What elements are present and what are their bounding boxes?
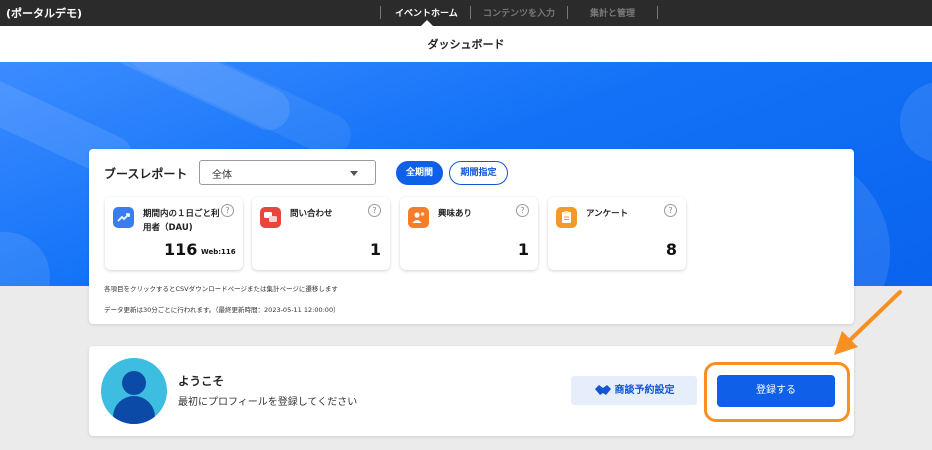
decorative-circle (0, 232, 50, 286)
stat-value: 1 (517, 240, 529, 259)
annotation-arrow-icon (834, 290, 902, 355)
chat-bubbles-icon (260, 207, 281, 228)
page-header: ダッシュボード (0, 26, 932, 62)
avatar-body (113, 396, 155, 424)
select-value: 全体 (212, 170, 232, 181)
stat-value: 8 (665, 240, 677, 259)
nav-separator (567, 6, 568, 19)
register-button[interactable]: 登録する (717, 375, 835, 407)
chevron-down-icon (350, 171, 358, 176)
meeting-button-label: 商談予約設定 (614, 385, 675, 396)
nav-separator (380, 6, 381, 19)
top-nav-bar: (ポータルデモ) イベントホーム コンテンツを入力 集計と管理 (0, 0, 932, 26)
nav-separator (657, 6, 658, 19)
stat-card-interest[interactable]: 興味あり ? 1 (400, 197, 538, 270)
stat-sub-value: Web:116 (201, 248, 236, 256)
report-title: ブースレポート (104, 167, 188, 181)
tab-aggregation[interactable]: 集計と管理 (590, 6, 635, 19)
app-title: (ポータルデモ) (6, 7, 83, 20)
page-title: ダッシュボード (427, 38, 505, 51)
avatar-placeholder-icon (101, 358, 167, 424)
stat-card-inquiry[interactable]: 問い合わせ ? 1 (252, 197, 390, 270)
help-icon[interactable]: ? (368, 204, 381, 217)
update-note-text: データ更新は30分ごとに行われます。（最終更新時間：2023-05-11 12:… (104, 306, 340, 314)
tab-event-home[interactable]: イベントホーム (395, 6, 458, 19)
help-icon[interactable]: ? (221, 204, 234, 217)
stat-label: アンケート (586, 209, 629, 219)
tab-content-input[interactable]: コンテンツを入力 (483, 6, 555, 19)
clipboard-icon (556, 207, 577, 228)
decorative-circle (900, 82, 932, 162)
stat-label: 期間内の１日ごと利用者（DAU) (143, 209, 220, 233)
welcome-title: ようこそ (178, 374, 224, 388)
handshake-icon (594, 385, 611, 395)
stat-value: 116 (164, 240, 198, 259)
avatar-head (122, 371, 146, 395)
welcome-card: ようこそ 最初にプロフィールを登録してください 商談予約設定 登録する (89, 346, 854, 436)
stat-label: 問い合わせ (290, 209, 333, 219)
stat-value: 1 (369, 240, 381, 259)
booth-report-card: ブースレポート 全体 全期間 期間指定 期間内の１日ごと利用者（DAU) ? 1… (89, 149, 854, 324)
booth-filter-select[interactable]: 全体 (199, 160, 376, 185)
stat-card-survey[interactable]: アンケート ? 8 (548, 197, 686, 270)
meeting-reservation-button[interactable]: 商談予約設定 (571, 376, 697, 405)
period-range-button[interactable]: 期間指定 (449, 161, 508, 185)
nav-separator (470, 6, 471, 19)
all-period-button[interactable]: 全期間 (396, 161, 443, 185)
click-hint-text: 各項目をクリックするとCSVダウンロードページまたは集計ページに遷移します (104, 285, 338, 293)
stat-card-dau[interactable]: 期間内の１日ごと利用者（DAU) ? 116 Web:116 (105, 197, 243, 270)
trend-chart-icon (113, 207, 134, 228)
help-icon[interactable]: ? (516, 204, 529, 217)
help-icon[interactable]: ? (664, 204, 677, 217)
person-heart-icon (408, 207, 429, 228)
welcome-subtitle: 最初にプロフィールを登録してください (178, 397, 358, 408)
decorative-stripe (122, 62, 358, 163)
stat-label: 興味あり (438, 209, 473, 219)
